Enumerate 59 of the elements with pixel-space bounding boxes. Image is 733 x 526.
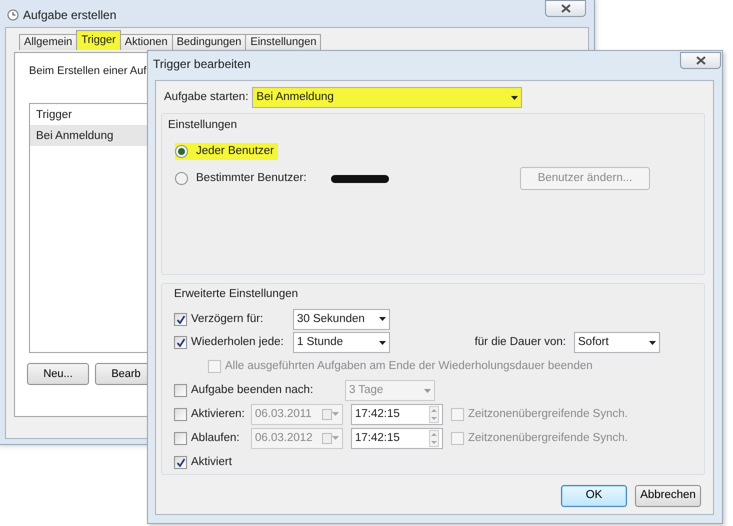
tab[interactable]: Bedingungen	[172, 34, 246, 50]
action-button[interactable]: Neu...	[27, 363, 89, 385]
start-dropdown[interactable]: Bei Anmeldung	[252, 87, 522, 108]
caret-icon	[379, 340, 386, 345]
window-title: Aufgabe erstellen	[23, 7, 116, 24]
tab[interactable]: Allgemein	[19, 34, 78, 50]
dialog-button[interactable]: Abbrechen	[635, 485, 701, 507]
description-text: Beim Erstellen einer Auf	[29, 64, 146, 79]
caret-icon	[511, 96, 518, 100]
caret-icon	[649, 340, 656, 345]
check-icon	[176, 314, 186, 324]
checkbox-label: Wiederholen jede:	[191, 335, 285, 350]
checkbox[interactable]	[451, 408, 464, 421]
checkbox[interactable]	[174, 336, 187, 350]
value-dropdown[interactable]: 1 Stunde	[293, 332, 390, 354]
tab[interactable]: Trigger	[76, 30, 121, 50]
check-icon	[176, 338, 186, 348]
calendar-icon	[322, 408, 332, 420]
caret-icon	[379, 317, 386, 322]
close-icon	[560, 4, 570, 13]
checkbox[interactable]	[174, 408, 187, 421]
checkbox-label: Aktivieren:	[191, 406, 246, 422]
checkbox[interactable]	[174, 312, 187, 326]
checkbox[interactable]	[174, 384, 187, 398]
check-icon	[176, 458, 186, 467]
dialog-button[interactable]: OK	[561, 485, 627, 507]
spinner-icon	[429, 430, 439, 447]
checkbox-label: Zeitzonenübergreifende Synch.	[468, 430, 628, 446]
time-field[interactable]: 17:42:15	[351, 404, 443, 425]
checkbox-label: Alle ausgeführten Aufgaben am Ende der Wiederholungsdauer beenden	[225, 359, 593, 374]
group-title: Erweiterte Einstellungen	[174, 287, 298, 302]
radio-button[interactable]: Bestimmter Benutzer:	[175, 170, 311, 188]
checkbox-label: Aufgabe beenden nach:	[191, 383, 314, 398]
close-button[interactable]	[545, 0, 586, 17]
caret-icon	[332, 412, 339, 416]
time-field[interactable]: 17:42:15	[351, 428, 443, 449]
field-label: Aufgabe starten:	[164, 90, 248, 105]
caret-icon	[332, 436, 339, 440]
tab[interactable]: Aktionen	[120, 34, 173, 50]
checkbox-label: Ablaufen:	[191, 430, 241, 446]
calendar-icon	[322, 432, 332, 444]
close-icon	[696, 56, 706, 65]
clock-icon	[7, 9, 19, 21]
tab[interactable]: Einstellungen	[245, 34, 322, 50]
spinner-icon	[429, 406, 439, 423]
checkbox-label: Zeitzonenübergreifende Synch.	[468, 406, 628, 422]
checkbox-label: Verzögern für:	[191, 312, 264, 327]
close-button[interactable]	[680, 52, 721, 69]
checkbox[interactable]	[174, 456, 187, 469]
caret-icon	[424, 388, 431, 393]
field-label: für die Dauer von:	[474, 335, 566, 350]
radio-button[interactable]: Jeder Benutzer	[175, 143, 278, 160]
dialog-title: Trigger bearbeiten	[153, 56, 251, 73]
value-dropdown[interactable]: 30 Sekunden	[293, 308, 390, 330]
checkbox-label: Aktiviert	[191, 454, 232, 470]
checkbox[interactable]	[451, 432, 464, 445]
group-title: Einstellungen	[168, 118, 238, 133]
duration-dropdown[interactable]: Sofort	[574, 332, 660, 354]
checkbox[interactable]	[174, 432, 187, 445]
